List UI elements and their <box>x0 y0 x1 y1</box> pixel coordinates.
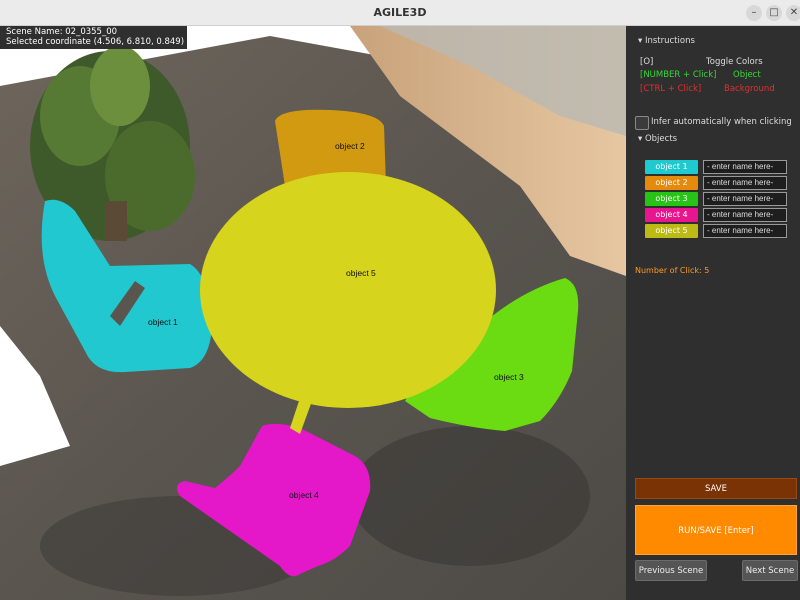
instructions-header[interactable]: ▾ Instructions <box>638 36 695 46</box>
click-count: Number of Click: 5 <box>635 266 710 275</box>
object-3-button[interactable]: object 3 <box>645 192 698 206</box>
object-1-button[interactable]: object 1 <box>645 160 698 174</box>
minimize-icon[interactable]: – <box>746 5 762 21</box>
instruction-action: Background <box>724 84 775 94</box>
object-4-name-input[interactable]: - enter name here- <box>703 208 787 222</box>
scene-label-object-5: object 5 <box>346 268 376 278</box>
close-icon[interactable]: ✕ <box>786 5 800 21</box>
object-5-name-input[interactable]: - enter name here- <box>703 224 787 238</box>
control-panel: ▾ Instructions [O] Toggle Colors [NUMBER… <box>626 26 800 600</box>
object-2-name-input[interactable]: - enter name here- <box>703 176 787 190</box>
instruction-action: Toggle Colors <box>706 57 763 67</box>
instruction-key: [O] <box>640 57 654 67</box>
object-3-name-input[interactable]: - enter name here- <box>703 192 787 206</box>
object-2-button[interactable]: object 2 <box>645 176 698 190</box>
object-5-button[interactable]: object 5 <box>645 224 698 238</box>
scene-name: Scene Name: 02_0355_00 <box>6 27 118 37</box>
scene-label-object-4: object 4 <box>289 490 319 500</box>
scene-label-object-2: object 2 <box>335 141 365 151</box>
run-save-button[interactable]: RUN/SAVE [Enter] <box>635 505 797 555</box>
object-4-button[interactable]: object 4 <box>645 208 698 222</box>
scene-label-object-1: object 1 <box>148 317 178 327</box>
next-scene-button[interactable]: Next Scene <box>742 560 798 581</box>
instruction-action: Object <box>733 70 761 80</box>
scene-info-overlay: Scene Name: 02_0355_00 Selected coordina… <box>0 26 188 49</box>
3d-viewport[interactable]: object 2 object 1 object 5 object 3 obje… <box>0 26 626 600</box>
save-button[interactable]: SAVE <box>635 478 797 499</box>
title-bar: AGILE3D – □ ✕ <box>0 0 800 26</box>
scene-render[interactable]: object 2 object 1 object 5 object 3 obje… <box>0 26 626 600</box>
scene-label-object-3: object 3 <box>494 372 524 382</box>
scene-object-5[interactable] <box>200 172 496 408</box>
maximize-icon[interactable]: □ <box>766 5 782 21</box>
instruction-key: [NUMBER + Click] <box>640 70 717 80</box>
infer-checkbox[interactable] <box>635 116 649 130</box>
selected-coordinate: Selected coordinate (4.506, 6.810, 0.849… <box>6 37 185 47</box>
shadow <box>350 426 590 566</box>
objects-header[interactable]: ▾ Objects <box>638 134 677 144</box>
infer-checkbox-label: Infer automatically when clicking <box>651 117 792 127</box>
previous-scene-button[interactable]: Previous Scene <box>635 560 707 581</box>
window-title: AGILE3D <box>373 6 427 19</box>
instruction-key: [CTRL + Click] <box>640 84 702 94</box>
object-1-name-input[interactable]: - enter name here- <box>703 160 787 174</box>
